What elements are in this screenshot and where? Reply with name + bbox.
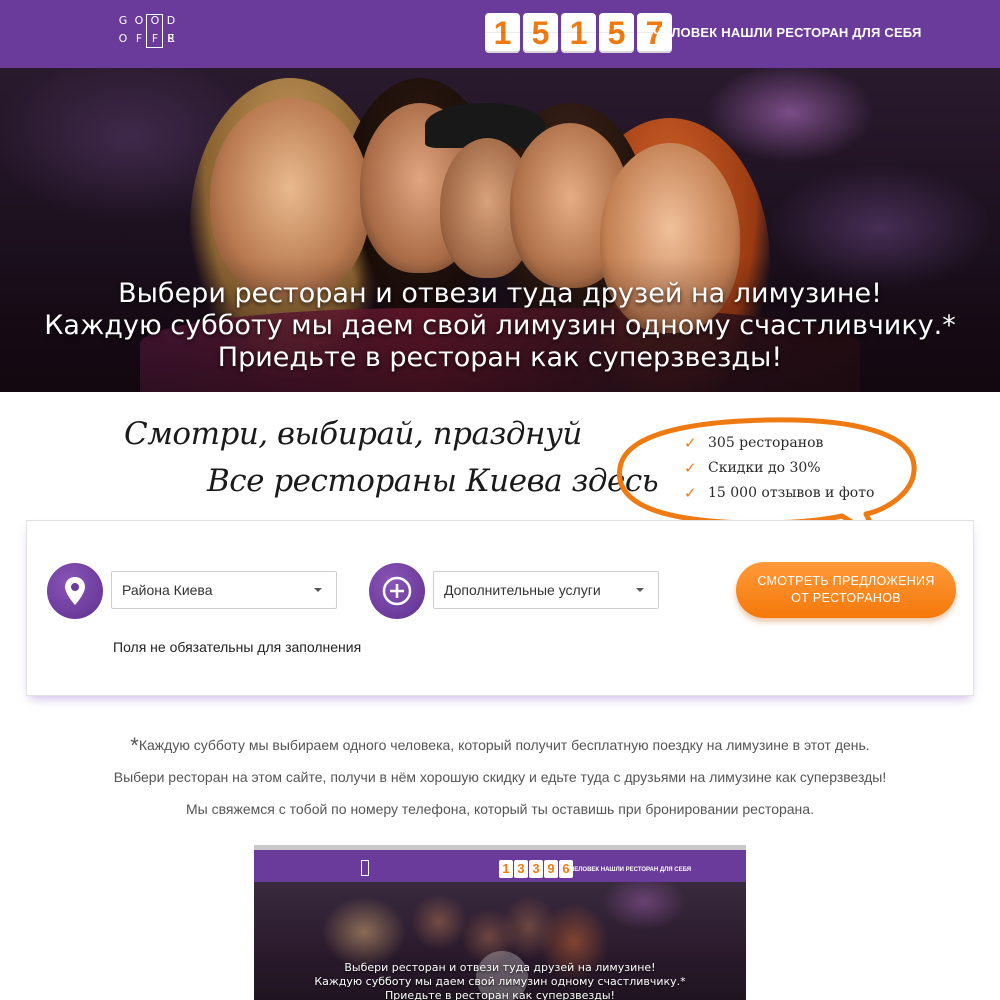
footnote-text: Каждую субботу мы выбираем одного челове… — [138, 737, 870, 753]
footnote-line: Мы свяжемся с тобой по номеру телефона, … — [186, 801, 814, 817]
slogan-line: Смотри, выбирай, празднуй — [124, 416, 582, 452]
services-select-value: Дополнительные услуги — [444, 582, 601, 598]
preview-line: Приедьте в ресторан как суперзвезды! — [385, 989, 615, 1000]
features-list: ✓ 305 ресторанов ✓ Скидки до 30% ✓ 15 000 о… — [684, 430, 874, 505]
footnote-line: Выбери ресторан на этом сайте, получи в … — [113, 769, 887, 785]
services-select[interactable]: Дополнительные услуги — [433, 571, 659, 609]
checkmark-icon: ✓ — [684, 483, 697, 502]
preview-counter-digit: 1 — [499, 860, 513, 878]
chevron-down-icon — [314, 588, 322, 592]
logo-letter: F — [135, 32, 143, 45]
preview-logo — [349, 860, 379, 878]
counter-digit: 1 — [561, 13, 596, 53]
preview-header: 1 3 3 9 6 ЧЕЛОВЕК НАШЛИ РЕСТОРАН ДЛЯ СЕБ… — [254, 845, 746, 882]
footnote-star: * — [130, 733, 139, 758]
good-offer-logo[interactable]: G O O D O F F E R — [116, 14, 184, 48]
hero-line: Приедьте в ресторан как суперзвезды! — [217, 342, 783, 373]
view-offers-button[interactable]: СМОТРЕТЬ ПРЕДЛОЖЕНИЯ ОТ РЕСТОРАНОВ — [736, 562, 956, 618]
feature-item: ✓ 15 000 отзывов и фото — [684, 480, 874, 505]
counter-digit: 5 — [599, 13, 634, 53]
counter-digit: 1 — [485, 13, 520, 53]
counter-label: ЧЕЛОВЕК НАШЛИ РЕСТОРАН ДЛЯ СЕБЯ — [653, 25, 922, 40]
checkmark-icon: ✓ — [684, 458, 697, 477]
optional-fields-note: Поля не обязательны для заполнения — [113, 639, 362, 655]
location-pin-icon — [47, 563, 103, 619]
plus-circle-icon — [369, 563, 425, 619]
cta-line: СМОТРЕТЬ ПРЕДЛОЖЕНИЯ — [757, 574, 935, 588]
hero-headline: Выбери ресторан и отвези туда друзей на … — [0, 278, 1000, 374]
preview-counter: 1 3 3 9 6 — [499, 860, 573, 878]
preview-counter-label: ЧЕЛОВЕК НАШЛИ РЕСТОРАН ДЛЯ СЕБЯ — [570, 867, 692, 873]
feature-item: ✓ Скидки до 30% — [684, 455, 874, 480]
preview-counter-digit: 3 — [514, 860, 528, 878]
logo-letter: D — [166, 14, 176, 27]
counter-digit: 5 — [523, 13, 558, 53]
logo-frame — [361, 860, 369, 876]
district-select-value: Района Киева — [122, 582, 213, 598]
top-header: G O O D O F F E R 1 5 1 5 7 ЧЕЛОВЕК НАШЛ… — [0, 0, 1000, 68]
chevron-down-icon — [636, 588, 644, 592]
feature-item: ✓ 305 ресторанов — [684, 430, 874, 455]
logo-letter: R — [167, 32, 175, 45]
hero-line: Выбери ресторан и отвези туда друзей на … — [118, 278, 882, 309]
hero-line: Каждую субботу мы даем свой лимузин одно… — [44, 310, 956, 341]
logo-letter: O — [118, 32, 128, 45]
visitor-counter: 1 5 1 5 7 — [485, 13, 672, 53]
district-select[interactable]: Района Киева — [111, 571, 337, 609]
feature-text: 305 ресторанов — [708, 434, 824, 451]
hero-banner: Выбери ресторан и отвези туда друзей на … — [0, 68, 1000, 392]
footnote-line: *Каждую субботу мы выбираем одного челов… — [0, 733, 1000, 759]
checkmark-icon: ✓ — [684, 433, 697, 452]
search-panel: Района Киева Дополнительные услуги СМОТР… — [26, 520, 974, 696]
preview-headline: Выбери ресторан и отвези туда друзей на … — [254, 961, 746, 1000]
logo-letter: O — [150, 14, 160, 27]
cta-line: ОТ РЕСТОРАНОВ — [791, 591, 901, 605]
video-preview[interactable]: 1 3 3 9 6 ЧЕЛОВЕК НАШЛИ РЕСТОРАН ДЛЯ СЕБ… — [254, 845, 746, 1000]
preview-line: Выбери ресторан и отвези туда друзей на … — [344, 961, 656, 974]
feature-text: Скидки до 30% — [708, 459, 821, 476]
preview-line: Каждую субботу мы даем свой лимузин одно… — [314, 975, 686, 988]
slogan-line: Все рестораны Киева здесь — [207, 463, 659, 499]
feature-text: 15 000 отзывов и фото — [708, 484, 875, 501]
logo-letter: G — [118, 14, 128, 27]
preview-counter-digit: 3 — [529, 860, 543, 878]
preview-counter-digit: 9 — [544, 860, 558, 878]
logo-letter: O — [134, 14, 144, 27]
logo-letter: F — [151, 32, 159, 45]
